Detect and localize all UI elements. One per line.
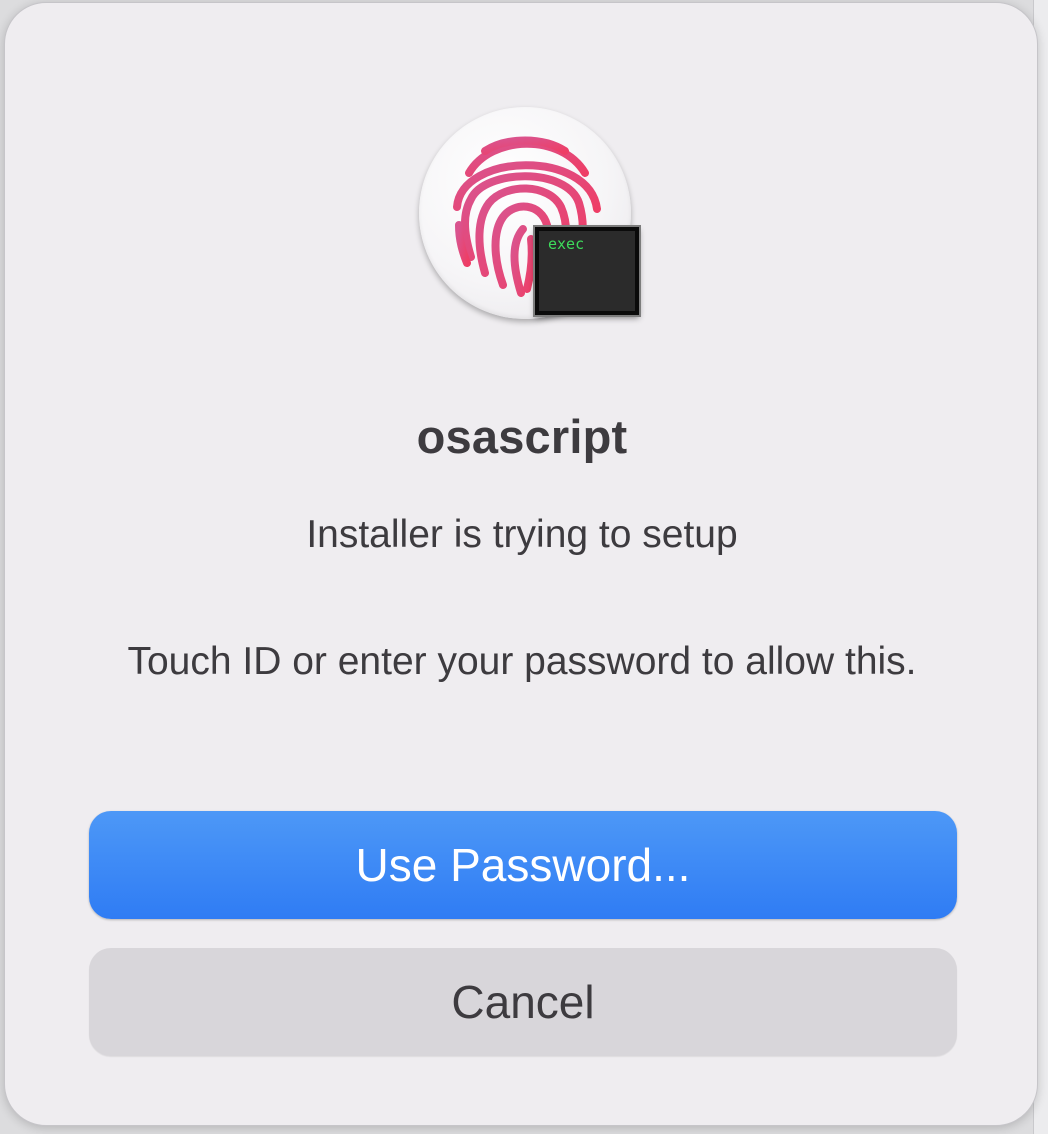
touch-id-auth-dialog: exec osascript Installer is trying to se… — [4, 2, 1038, 1126]
dialog-info-text: Touch ID or enter your password to allow… — [127, 640, 917, 683]
dialog-message: Installer is trying to setup — [306, 513, 738, 556]
app-icon-group: exec — [417, 107, 647, 322]
terminal-exec-icon: exec — [535, 227, 639, 315]
dialog-title: osascript — [416, 410, 628, 463]
exec-label: exec — [548, 235, 585, 253]
cancel-button[interactable]: Cancel — [89, 948, 957, 1056]
use-password-button[interactable]: Use Password... — [89, 811, 957, 919]
